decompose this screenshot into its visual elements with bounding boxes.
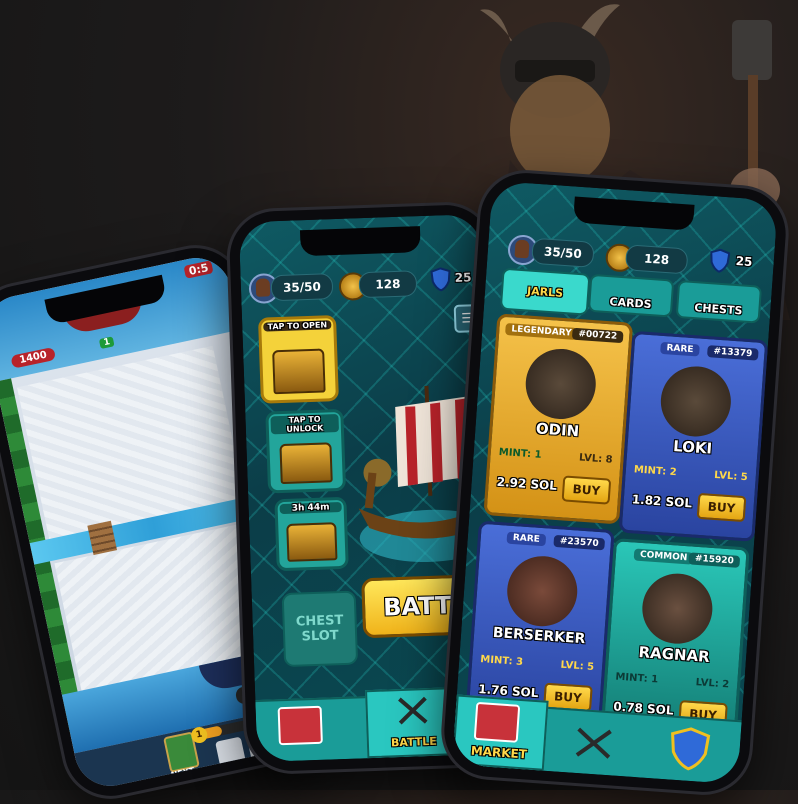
card-id: #00722 [572, 327, 624, 344]
level-value: LVL: 8 [578, 452, 613, 466]
jarl-name: RAGNAR [638, 643, 711, 667]
empty-chest-slot[interactable]: CHEST SLOT [281, 590, 359, 668]
mint-value: MINT: 1 [615, 671, 659, 686]
price: 2.92 SOL [496, 474, 558, 493]
card-id: #15920 [688, 552, 741, 568]
chest-label: TAP TO OPEN [263, 320, 332, 332]
treasure-chest-icon [279, 442, 333, 485]
chest-slot-timer[interactable]: 3h 44m [274, 496, 349, 572]
treasure-chest-icon [272, 348, 326, 395]
gold-counter: 128 [358, 270, 418, 299]
level-value: LVL: 5 [713, 469, 749, 484]
chest-timer: 3h 44m [279, 501, 342, 515]
buy-button[interactable]: BUY [696, 492, 747, 523]
phone-notch [573, 196, 695, 231]
buy-button[interactable]: BUY [561, 475, 612, 505]
rarity-tag: RARE [660, 341, 700, 357]
tab-label: JARLS [526, 283, 564, 300]
jarl-card-odin[interactable]: LEGENDARY #00722 ODIN MINT: 1 LVL: 8 2.9… [483, 313, 634, 525]
card-id: #23570 [553, 534, 606, 551]
crossed-axes-icon [398, 696, 428, 725]
jarl-card-loki[interactable]: RARE #13379 LOKI MINT: 2 LVL: 5 1.82 SOL… [618, 330, 769, 542]
nav-market[interactable]: MARKET [451, 694, 549, 771]
gold-counter: 128 [624, 244, 689, 275]
phone-notch [299, 226, 421, 257]
chest-slot-unlock[interactable]: TAP TO UNLOCK [265, 408, 347, 494]
chest-label: TAP TO UNLOCK [270, 414, 340, 435]
jarl-portrait [504, 553, 580, 629]
nav-market-label: MARKET [470, 743, 528, 762]
jarl-name: ODIN [535, 419, 580, 441]
mint-value: MINT: 2 [633, 464, 677, 479]
rarity-tag: COMMON [633, 548, 694, 565]
treasure-chest-icon [286, 522, 338, 562]
crossed-axes-icon[interactable] [573, 725, 615, 762]
level-value: LVL: 2 [695, 677, 730, 691]
chest-slot-open[interactable]: TAP TO OPEN [257, 315, 339, 404]
nav-cards[interactable] [277, 705, 323, 746]
rarity-tag: RARE [506, 531, 547, 547]
tab-label: CHESTS [693, 301, 743, 318]
clan-shield-icon[interactable] [668, 726, 711, 773]
energy-counter: 35/50 [270, 273, 334, 302]
chest-slot-label: CHEST SLOT [295, 612, 344, 645]
jarl-portrait [639, 571, 715, 647]
jarl-portrait [658, 364, 734, 439]
tab-chests[interactable]: CHESTS [675, 279, 763, 324]
tab-jarls[interactable]: JARLS [499, 267, 591, 316]
jarl-portrait [523, 346, 599, 422]
market-screen: 35/50 128 25 JARLS CARDS CHESTS LEGENDAR… [451, 180, 779, 785]
price: 1.82 SOL [631, 492, 693, 511]
card-id: #13379 [707, 345, 759, 361]
jarl-name: BERSERKER [492, 624, 586, 648]
mint-value: MINT: 3 [479, 654, 524, 669]
trophy-shield-icon [430, 267, 451, 292]
trophy-counter: 25 [454, 270, 472, 285]
jarl-name: LOKI [672, 436, 713, 458]
tab-label: CARDS [609, 295, 652, 312]
energy-counter: 35/50 [531, 237, 595, 268]
tab-cards[interactable]: CARDS [587, 273, 675, 318]
market-phone: 35/50 128 25 JARLS CARDS CHESTS LEGENDAR… [441, 170, 789, 795]
trophy-shield-icon [710, 248, 731, 273]
trophy-counter: 25 [735, 253, 753, 270]
market-cards-icon [473, 701, 521, 743]
mint-value: MINT: 1 [498, 446, 542, 461]
rarity-tag: LEGENDARY [505, 322, 579, 341]
level-value: LVL: 5 [560, 659, 595, 673]
